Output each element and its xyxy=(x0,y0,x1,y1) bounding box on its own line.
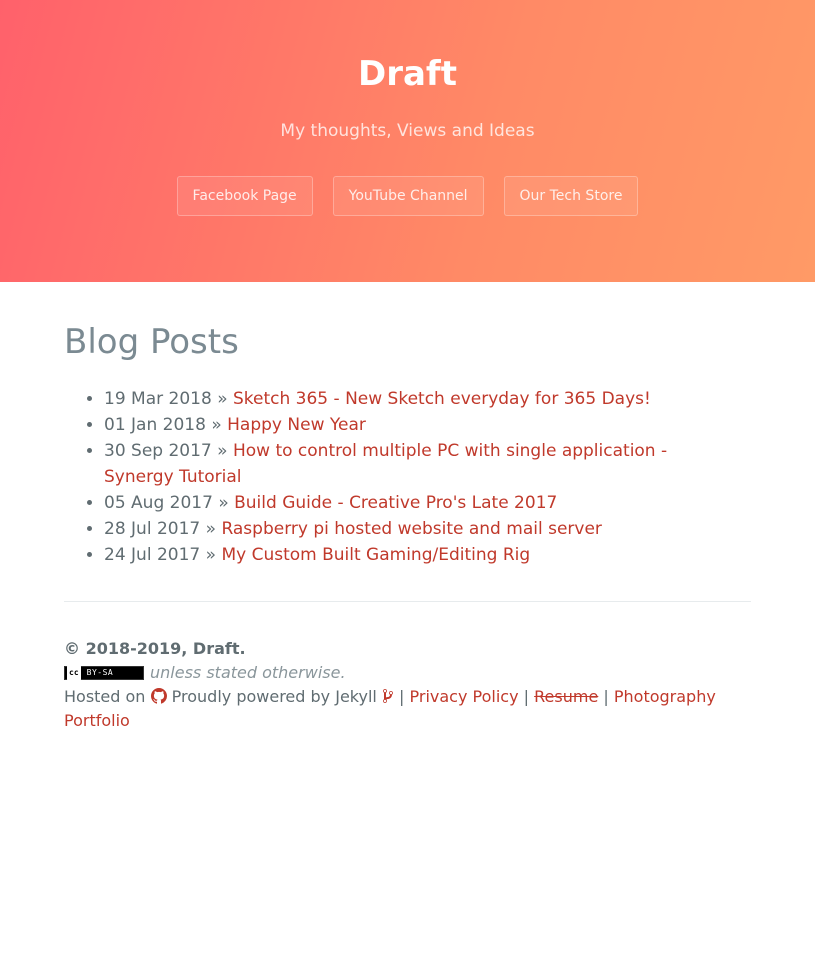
post-link[interactable]: Happy New Year xyxy=(227,415,366,435)
privacy-policy-link[interactable]: Privacy Policy xyxy=(410,687,519,706)
github-icon xyxy=(150,688,167,704)
header-buttons: Facebook Page YouTube Channel Our Tech S… xyxy=(0,176,815,216)
post-list: 19 Mar 2018 » Sketch 365 - New Sketch ev… xyxy=(64,386,751,568)
post-list-item: 28 Jul 2017 » Raspberry pi hosted websit… xyxy=(104,516,751,542)
resume-link[interactable]: Resume xyxy=(534,687,598,706)
youtube-channel-button[interactable]: YouTube Channel xyxy=(332,176,484,216)
post-link[interactable]: Build Guide - Creative Pro's Late 2017 xyxy=(234,493,557,513)
separator: » xyxy=(217,389,228,409)
facebook-page-button[interactable]: Facebook Page xyxy=(176,176,313,216)
git-branch-icon xyxy=(382,689,393,703)
post-date: 24 Jul 2017 xyxy=(104,545,201,565)
post-list-item: 19 Mar 2018 » Sketch 365 - New Sketch ev… xyxy=(104,386,751,412)
license-note: unless stated otherwise. xyxy=(150,663,346,682)
post-date: 01 Jan 2018 xyxy=(104,415,206,435)
post-list-item: 01 Jan 2018 » Happy New Year xyxy=(104,412,751,438)
pipe-separator: | xyxy=(399,687,405,706)
site-footer: © 2018-2019, Draft. cc BY-SA unless stat… xyxy=(64,637,751,733)
page-header: Draft My thoughts, Views and Ideas Faceb… xyxy=(0,0,815,282)
copyright: © 2018-2019, Draft. xyxy=(64,639,246,658)
pipe-separator: | xyxy=(603,687,609,706)
main-content: Blog Posts 19 Mar 2018 » Sketch 365 - Ne… xyxy=(0,320,815,733)
license-row: cc BY-SA unless stated otherwise. xyxy=(64,661,751,685)
separator: » xyxy=(211,415,222,435)
post-list-item: 24 Jul 2017 » My Custom Built Gaming/Edi… xyxy=(104,542,751,568)
post-link[interactable]: Raspberry pi hosted website and mail ser… xyxy=(221,519,601,539)
site-tagline: My thoughts, Views and Ideas xyxy=(280,121,535,141)
jekyll-link[interactable] xyxy=(382,687,399,706)
separator: » xyxy=(217,441,228,461)
github-link[interactable] xyxy=(150,687,172,706)
post-list-item: 05 Aug 2017 » Build Guide - Creative Pro… xyxy=(104,490,751,516)
separator: » xyxy=(205,519,217,539)
post-link[interactable]: Sketch 365 - New Sketch everyday for 365… xyxy=(233,389,651,409)
cc-license-badge[interactable]: cc BY-SA xyxy=(64,661,144,685)
tech-store-button[interactable]: Our Tech Store xyxy=(503,176,639,216)
hosted-on-text: Hosted on xyxy=(64,687,146,706)
pipe-separator: | xyxy=(523,687,530,706)
post-date: 19 Mar 2018 xyxy=(104,389,212,409)
post-list-item: 30 Sep 2017 » How to control multiple PC… xyxy=(104,438,751,490)
post-date: 28 Jul 2017 xyxy=(104,519,201,539)
post-link[interactable]: My Custom Built Gaming/Editing Rig xyxy=(221,545,530,565)
powered-by-text: Proudly powered by Jekyll xyxy=(171,687,377,706)
footer-links: Hosted on Proudly powered by Jekyll | Pr… xyxy=(64,685,751,733)
license-badge-text: BY-SA xyxy=(86,668,114,677)
post-date: 30 Sep 2017 xyxy=(104,441,212,461)
post-date: 05 Aug 2017 xyxy=(104,493,213,513)
blog-posts-heading: Blog Posts xyxy=(64,322,239,362)
divider xyxy=(64,601,751,602)
separator: » xyxy=(218,493,229,513)
site-title[interactable]: Draft xyxy=(0,52,815,96)
cc-icon: cc xyxy=(67,661,81,685)
separator: » xyxy=(205,545,217,565)
